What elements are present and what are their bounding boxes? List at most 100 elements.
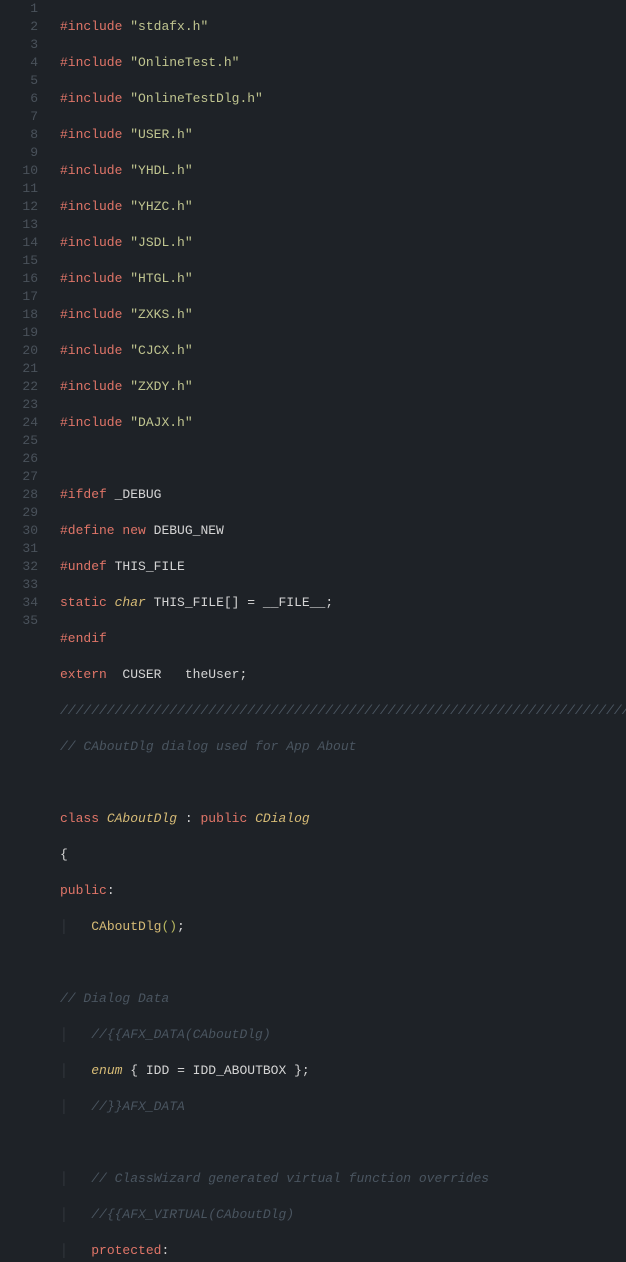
divider-comment: ////////////////////////////////////////… xyxy=(60,703,626,718)
macro-symbol: _DEBUG xyxy=(115,487,162,502)
code-line[interactable]: #include "OnlineTest.h" xyxy=(60,54,626,72)
line-number: 28 xyxy=(8,486,38,504)
line-number: 18 xyxy=(8,306,38,324)
code-line[interactable]: #include "JSDL.h" xyxy=(60,234,626,252)
code-line[interactable]: static char THIS_FILE[] = __FILE__; xyxy=(60,594,626,612)
preproc-include: #include xyxy=(60,127,122,142)
code-editor[interactable]: 1 2 3 4 5 6 7 8 9 10 11 12 13 14 15 16 1… xyxy=(0,0,626,631)
code-area[interactable]: #include "stdafx.h" #include "OnlineTest… xyxy=(56,0,626,631)
preproc-include: #include xyxy=(60,199,122,214)
preproc-include: #include xyxy=(60,19,122,34)
code-line[interactable]: #include "YHDL.h" xyxy=(60,162,626,180)
semicolon: ; xyxy=(177,919,185,934)
header-string: "YHZC.h" xyxy=(130,199,192,214)
code-line[interactable]: class CAboutDlg : public CDialog xyxy=(60,810,626,828)
code-line[interactable]: │ //}}AFX_DATA xyxy=(60,1098,626,1116)
enum-name: IDD xyxy=(146,1063,169,1078)
new-keyword: new xyxy=(122,523,145,538)
code-line[interactable]: #ifdef _DEBUG xyxy=(60,486,626,504)
line-number: 34 xyxy=(8,594,38,612)
comment: // CAboutDlg dialog used for App About xyxy=(60,739,356,754)
code-line[interactable]: #include "USER.h" xyxy=(60,126,626,144)
protected-keyword: protected xyxy=(91,1243,161,1258)
line-number: 10 xyxy=(8,162,38,180)
code-line[interactable] xyxy=(60,1134,626,1152)
header-string: "YHDL.h" xyxy=(130,163,192,178)
header-string: "ZXDY.h" xyxy=(130,379,192,394)
code-line[interactable]: #include "YHZC.h" xyxy=(60,198,626,216)
code-line[interactable]: │ CAboutDlg(); xyxy=(60,918,626,936)
header-string: "OnlineTestDlg.h" xyxy=(130,91,263,106)
code-line[interactable]: ////////////////////////////////////////… xyxy=(60,702,626,720)
code-line[interactable]: #include "CJCX.h" xyxy=(60,342,626,360)
code-line[interactable] xyxy=(60,954,626,972)
code-line[interactable]: // Dialog Data xyxy=(60,990,626,1008)
public-keyword: public xyxy=(60,883,107,898)
line-number: 3 xyxy=(8,36,38,54)
extern-keyword: extern xyxy=(60,667,107,682)
preproc-include: #include xyxy=(60,415,122,430)
preproc-include: #include xyxy=(60,271,122,286)
code-line[interactable]: #define new DEBUG_NEW xyxy=(60,522,626,540)
static-keyword: static xyxy=(60,595,107,610)
line-number: 14 xyxy=(8,234,38,252)
line-number: 25 xyxy=(8,432,38,450)
afx-comment: //}}AFX_DATA xyxy=(91,1099,185,1114)
code-line[interactable]: │ //{{AFX_DATA(CAboutDlg) xyxy=(60,1026,626,1044)
line-number: 33 xyxy=(8,576,38,594)
array-name: THIS_FILE[] xyxy=(154,595,248,610)
header-string: "stdafx.h" xyxy=(130,19,208,34)
code-line[interactable]: #include "stdafx.h" xyxy=(60,18,626,36)
header-string: "ZXKS.h" xyxy=(130,307,192,322)
line-number: 29 xyxy=(8,504,38,522)
line-number: 9 xyxy=(8,144,38,162)
line-number: 17 xyxy=(8,288,38,306)
colon: : xyxy=(177,811,193,826)
code-line[interactable]: #endif xyxy=(60,630,626,648)
preproc-include: #include xyxy=(60,235,122,250)
line-number: 30 xyxy=(8,522,38,540)
public-keyword: public xyxy=(200,811,247,826)
colon: : xyxy=(107,883,115,898)
code-line[interactable]: #undef THIS_FILE xyxy=(60,558,626,576)
line-number: 24 xyxy=(8,414,38,432)
preproc-include: #include xyxy=(60,163,122,178)
parens: () xyxy=(161,919,177,934)
line-number: 27 xyxy=(8,468,38,486)
line-number: 26 xyxy=(8,450,38,468)
code-line[interactable]: #include "HTGL.h" xyxy=(60,270,626,288)
line-number: 8 xyxy=(8,126,38,144)
code-line[interactable]: // CAboutDlg dialog used for App About xyxy=(60,738,626,756)
indent-guide: │ xyxy=(60,1063,91,1078)
header-string: "JSDL.h" xyxy=(130,235,192,250)
preproc-define: #define xyxy=(60,523,115,538)
code-line[interactable]: #include "OnlineTestDlg.h" xyxy=(60,90,626,108)
code-line[interactable]: #include "DAJX.h" xyxy=(60,414,626,432)
semicolon: ; xyxy=(239,667,247,682)
code-line[interactable] xyxy=(60,450,626,468)
preproc-endif: #endif xyxy=(60,631,107,646)
line-number: 5 xyxy=(8,72,38,90)
preproc-include: #include xyxy=(60,55,122,70)
code-line[interactable]: { xyxy=(60,846,626,864)
type-name: CUSER xyxy=(122,667,161,682)
line-number: 22 xyxy=(8,378,38,396)
code-line[interactable]: │ // ClassWizard generated virtual funct… xyxy=(60,1170,626,1188)
semicolon: ; xyxy=(325,595,333,610)
enum-keyword: enum xyxy=(91,1063,122,1078)
code-line[interactable]: │ //{{AFX_VIRTUAL(CAboutDlg) xyxy=(60,1206,626,1224)
code-line[interactable]: extern CUSER theUser; xyxy=(60,666,626,684)
indent-guide: │ xyxy=(60,1243,91,1258)
code-line[interactable] xyxy=(60,774,626,792)
code-line[interactable]: │ enum { IDD = IDD_ABOUTBOX }; xyxy=(60,1062,626,1080)
line-number: 1 xyxy=(8,0,38,18)
code-line[interactable]: #include "ZXDY.h" xyxy=(60,378,626,396)
line-number: 11 xyxy=(8,180,38,198)
code-line[interactable]: #include "ZXKS.h" xyxy=(60,306,626,324)
open-brace: { xyxy=(60,847,68,862)
code-line[interactable]: public: xyxy=(60,882,626,900)
line-number: 19 xyxy=(8,324,38,342)
afx-comment: //{{AFX_DATA(CAboutDlg) xyxy=(91,1027,270,1042)
preproc-include: #include xyxy=(60,343,122,358)
code-line[interactable]: │ protected: xyxy=(60,1242,626,1260)
